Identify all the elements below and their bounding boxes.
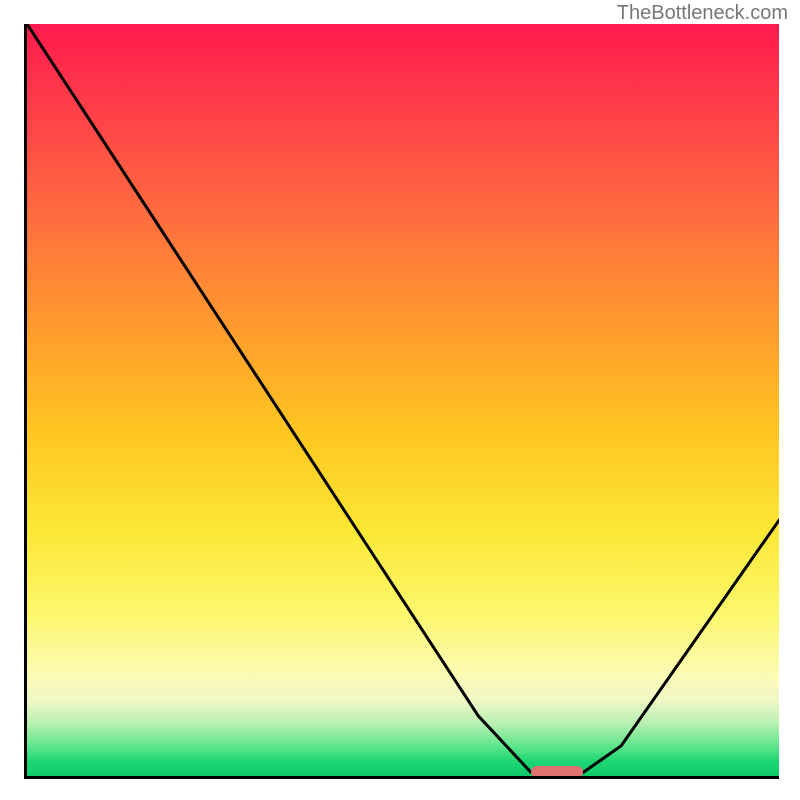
optimum-marker (531, 766, 584, 778)
bottleneck-curve (27, 24, 779, 772)
chart-curve-svg (27, 24, 779, 776)
watermark-text: TheBottleneck.com (617, 2, 788, 25)
chart-plot-area (24, 24, 779, 779)
